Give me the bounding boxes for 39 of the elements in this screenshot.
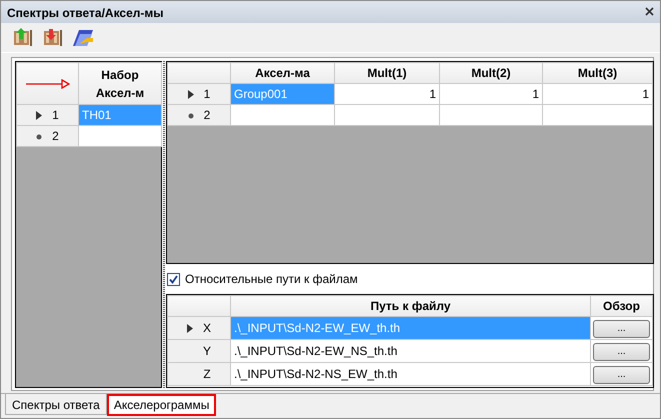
row-number: 1 [52, 108, 59, 122]
row-number: Z [203, 367, 211, 381]
browse-button[interactable]: ... [593, 320, 650, 338]
table-cell[interactable] [542, 104, 652, 126]
row-number: 2 [204, 108, 210, 122]
column-header[interactable]: Набор Аксел-м [78, 62, 162, 104]
browse-button[interactable]: ... [593, 343, 650, 361]
close-icon[interactable] [645, 7, 654, 16]
column-header[interactable]: Mult(2) [440, 62, 542, 84]
column-header[interactable]: Обзор [590, 296, 652, 316]
new-row-icon [36, 134, 42, 140]
table-cell[interactable] [78, 126, 162, 146]
table-cell[interactable]: 1 [542, 84, 652, 104]
column-header[interactable]: Путь к файлу [230, 296, 590, 316]
row-number: Y [202, 344, 211, 358]
table-cell[interactable]: 1 [334, 84, 440, 104]
table-cell[interactable] [230, 104, 334, 126]
tab[interactable]: Акселерограммы [106, 394, 216, 416]
checkbox-label: Относительные пути к файлам [185, 271, 358, 288]
table-cell[interactable] [334, 104, 440, 126]
row-number: 1 [204, 87, 210, 101]
current-row-icon [188, 90, 194, 100]
row-number: 2 [52, 129, 59, 143]
current-row-icon [36, 111, 42, 120]
checkbox[interactable] [167, 272, 180, 286]
arrow-icon [26, 79, 70, 90]
table-cell[interactable]: 1 [440, 84, 542, 104]
column-header[interactable]: Mult(1) [334, 62, 440, 84]
column-header[interactable]: Аксел-ма [230, 62, 334, 84]
table-cell[interactable]: .\_INPUT\Sd-N2-NS_EW_th.th [230, 362, 590, 386]
browse-button[interactable]: ... [593, 366, 650, 384]
tab[interactable]: Спектры ответа [5, 394, 107, 415]
column-header[interactable]: Mult(3) [542, 62, 652, 84]
row-number: X [202, 321, 211, 335]
window-title: Спектры ответа/Аксел-мы [7, 5, 164, 20]
table-cell[interactable] [440, 104, 542, 126]
new-row-icon [188, 112, 194, 119]
current-row-icon [186, 324, 193, 334]
table-cell[interactable]: .\_INPUT\Sd-N2-EW_NS_th.th [230, 340, 590, 362]
